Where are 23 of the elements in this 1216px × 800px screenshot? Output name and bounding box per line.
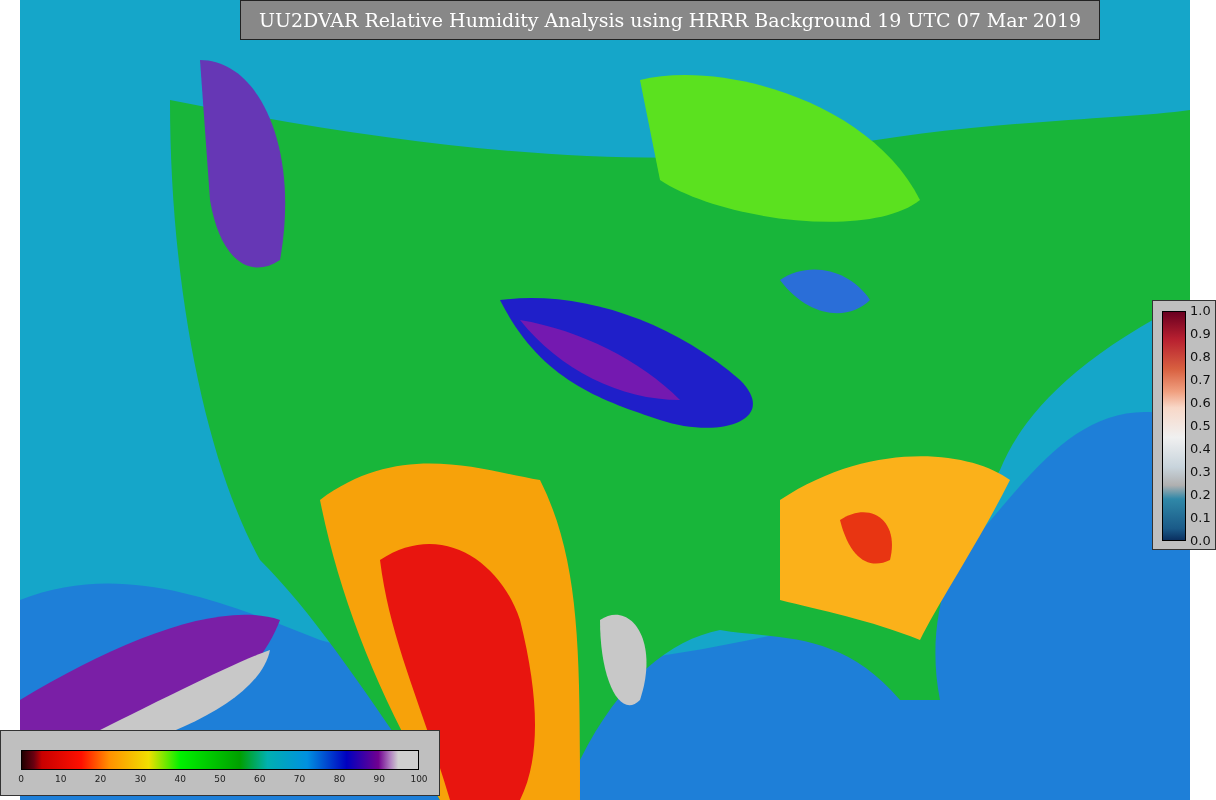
tick-label: 90 [373, 774, 385, 784]
tick-label: 30 [134, 774, 147, 784]
tick-label: 40 [174, 774, 186, 784]
tick-label: 50 [214, 774, 226, 784]
tick-label: 0.7 [1190, 372, 1211, 388]
tick-label: 10 [55, 774, 67, 784]
tick-label: 0.5 [1190, 418, 1211, 434]
tick-label: 0.4 [1190, 441, 1211, 457]
tick-label: 80 [333, 774, 346, 784]
tick-label: 100 [410, 774, 428, 784]
tick-label: 0.9 [1190, 326, 1211, 342]
tick-label: 0.3 [1190, 464, 1211, 480]
map-title: UU2DVAR Relative Humidity Analysis using HRRR Background 19 UTC 07 Mar 2019 [240, 0, 1100, 40]
tick-label: 0.6 [1190, 395, 1211, 411]
tick-label: 60 [254, 774, 266, 784]
tick-label: 0.0 [1190, 533, 1211, 549]
tick-label: 0.8 [1190, 349, 1211, 365]
tick-label: 1.0 [1190, 303, 1211, 319]
tick-label: 70 [293, 774, 306, 784]
tick-label: 20 [94, 774, 107, 784]
tick-label: 0.2 [1190, 487, 1211, 503]
tick-label: 0 [18, 774, 24, 784]
tick-label: 0.1 [1190, 510, 1211, 526]
